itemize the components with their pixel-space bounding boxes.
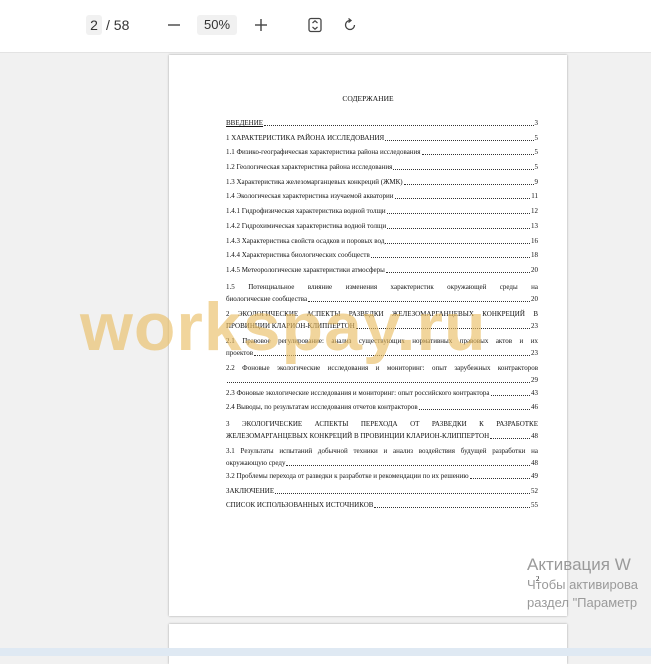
toc-entry[interactable]: 1.1 Физико-географическая характеристика… [226, 148, 538, 157]
toc-entry-text: 1.4.2 Гидрохимическая характеристика вод… [226, 221, 387, 230]
toc-entry-text: 3.2 Проблемы перехода от разведки к разр… [226, 471, 469, 480]
toc-entry-page: 18 [531, 251, 538, 260]
minus-icon [168, 24, 180, 26]
toc-entry[interactable]: 3.1 Результаты испытаний добычной техник… [226, 445, 538, 469]
toc-dots [370, 257, 530, 259]
plus-icon [255, 19, 267, 31]
toc-title: СОДЕРЖАНИЕ [342, 94, 394, 103]
zoom-level[interactable]: 50% [197, 15, 237, 35]
toc-dots [385, 242, 530, 244]
toc-entry-text: 2.4 Выводы, по результатам исследования … [226, 403, 418, 412]
toc-dots [374, 507, 530, 509]
toc-dots [393, 169, 534, 171]
toc-dots [421, 154, 534, 156]
toc-entry[interactable]: 3 ЭКОЛОГИЧЕСКИЕ АСПЕКТЫ ПЕРЕХОДА ОТ РАЗВ… [226, 418, 538, 442]
toc-entry-text: 1.3 Характеристика железомарганцевых кон… [226, 177, 403, 186]
page-total-label: / 58 [106, 17, 130, 33]
toc-dots [264, 125, 534, 126]
toc-entry-page: 3 [534, 119, 539, 127]
taskbar-edge [0, 648, 651, 656]
toc-entry-text: СПИСОК ИСПОЛЬЗОВАННЫХ ИСТОЧНИКОВ [226, 501, 374, 510]
pdf-toolbar: 2 / 58 50% [0, 0, 651, 53]
toc-entry-text: 1.4 Экологическая характеристика изучаем… [226, 192, 394, 201]
watermark: workspay.ru [80, 289, 487, 365]
activation-line: Чтобы активирова [527, 577, 639, 592]
toc-dots [394, 198, 531, 200]
toc-entry[interactable]: 1.4.1 Гидрофизическая характеристика вод… [226, 207, 538, 216]
toc-entry-line: 29 [226, 374, 538, 386]
toc-entry-page: 48 [531, 431, 538, 440]
activation-line: раздел "Параметр [527, 595, 638, 610]
toc-dots [469, 477, 530, 479]
toc-entry-page: 5 [534, 163, 539, 172]
toc-entry-text: 2.3 Фоновые экологические исследования и… [226, 388, 490, 397]
fit-page-button[interactable] [304, 14, 326, 36]
windows-activation-notice: Активация W Чтобы активирова раздел "Пар… [527, 554, 638, 612]
pdf-page-next [169, 624, 567, 664]
toc-entry[interactable]: 1 ХАРАКТЕРИСТИКА РАЙОНА ИССЛЕДОВАНИЯ 5 [226, 134, 538, 143]
toc-dots [403, 183, 534, 185]
toc-entry[interactable]: 1.4.5 Метеорологические характеристики а… [226, 266, 538, 275]
toc-entry-line: окружающую среду 48 [226, 457, 538, 469]
toc-dots [386, 213, 530, 215]
toc-entry-page: 43 [531, 388, 538, 397]
rotate-icon [344, 17, 356, 31]
toc-dots [387, 227, 530, 229]
toc-entry-text: 1.2 Геологическая характеристика района … [226, 163, 393, 172]
toc-entry[interactable]: 3.2 Проблемы перехода от разведки к разр… [226, 472, 538, 481]
toc-entry-text: окружающую среду [226, 458, 286, 467]
toc-entry-page: 29 [531, 375, 538, 384]
toc-entry-text: 3.1 Результаты испытаний добычной техник… [226, 446, 538, 455]
toc-dots [385, 271, 530, 273]
toc-entry[interactable]: 1.2 Геологическая характеристика района … [226, 163, 538, 172]
toc-dots [385, 139, 534, 141]
toc-entry-text: 1.1 Физико-географическая характеристика… [226, 148, 421, 157]
toc-entry-page: 12 [531, 207, 538, 216]
toc-entry-text: ВВЕДЕНИЕ [226, 119, 264, 127]
toc-dots [490, 437, 530, 439]
toc-entry-page: 16 [531, 236, 538, 245]
toc-entry[interactable]: 1.4.4 Характеристика биологических сообщ… [226, 251, 538, 260]
toc-entry-text: 1.4.4 Характеристика биологических сообщ… [226, 251, 370, 260]
toc-entry[interactable]: СПИСОК ИСПОЛЬЗОВАННЫХ ИСТОЧНИКОВ 55 [226, 501, 538, 510]
fit-page-icon [308, 17, 322, 33]
toc-entry-page: 9 [534, 177, 539, 186]
zoom-in-button[interactable] [250, 14, 272, 36]
toc-entry-text: 1.4.3 Характеристика свойств осадков и п… [226, 236, 385, 245]
toc-entry-page: 55 [531, 501, 538, 510]
toc-dots [275, 492, 530, 494]
toc-entry[interactable]: 1.4.2 Гидрохимическая характеристика вод… [226, 222, 538, 231]
toc-entry-text: 1 ХАРАКТЕРИСТИКА РАЙОНА ИССЛЕДОВАНИЯ [226, 133, 385, 142]
toc-entry[interactable]: ЗАКЛЮЧЕНИЕ 52 [226, 487, 538, 496]
toc-entry-text: ЖЕЛЕЗОМАРГАНЦЕВЫХ КОНКРЕЦИЙ В ПРОВИНЦИИ … [226, 431, 490, 440]
toc-entry-page: 5 [534, 148, 539, 157]
toc-entry-page: 52 [531, 486, 538, 495]
activation-title: Активация W [527, 555, 631, 574]
toc-entry-text: 3 ЭКОЛОГИЧЕСКИЕ АСПЕКТЫ ПЕРЕХОДА ОТ РАЗВ… [226, 419, 538, 428]
page-number-input[interactable]: 2 [86, 15, 102, 35]
toc-entry-text: 1.4.5 Метеорологические характеристики а… [226, 265, 385, 274]
toc-entry-page: 20 [531, 265, 538, 274]
toc-dots [490, 394, 530, 396]
toc-dots [418, 409, 530, 411]
toc-entry[interactable]: 1.4 Экологическая характеристика изучаем… [226, 192, 538, 201]
rotate-button[interactable] [339, 14, 361, 36]
toc-dots [227, 381, 530, 383]
toc-entry-text: ЗАКЛЮЧЕНИЕ [226, 486, 275, 495]
toc-entry-text: 1.4.1 Гидрофизическая характеристика вод… [226, 207, 386, 216]
toc-entry-page: 5 [534, 133, 539, 142]
toc-entry-page: 49 [531, 471, 538, 480]
toc-entry-page: 48 [531, 458, 538, 467]
toc-entry[interactable]: ВВЕДЕНИЕ 3 [226, 119, 538, 128]
zoom-out-button[interactable] [163, 14, 185, 36]
toc-entry-page: 13 [531, 221, 538, 230]
toc-entry[interactable]: 1.3 Характеристика железомарганцевых кон… [226, 178, 538, 187]
toc-entry[interactable]: 2.4 Выводы, по результатам исследования … [226, 403, 538, 412]
toc-entry[interactable]: 1.4.3 Характеристика свойств осадков и п… [226, 237, 538, 246]
toc-dots [286, 464, 530, 466]
toc-entry-page: 11 [531, 192, 538, 201]
toc-entry-page: 46 [531, 403, 538, 412]
toc-entry[interactable]: 2.3 Фоновые экологические исследования и… [226, 389, 538, 398]
toc-entry-line: ЖЕЛЕЗОМАРГАНЦЕВЫХ КОНКРЕЦИЙ В ПРОВИНЦИИ … [226, 430, 538, 442]
